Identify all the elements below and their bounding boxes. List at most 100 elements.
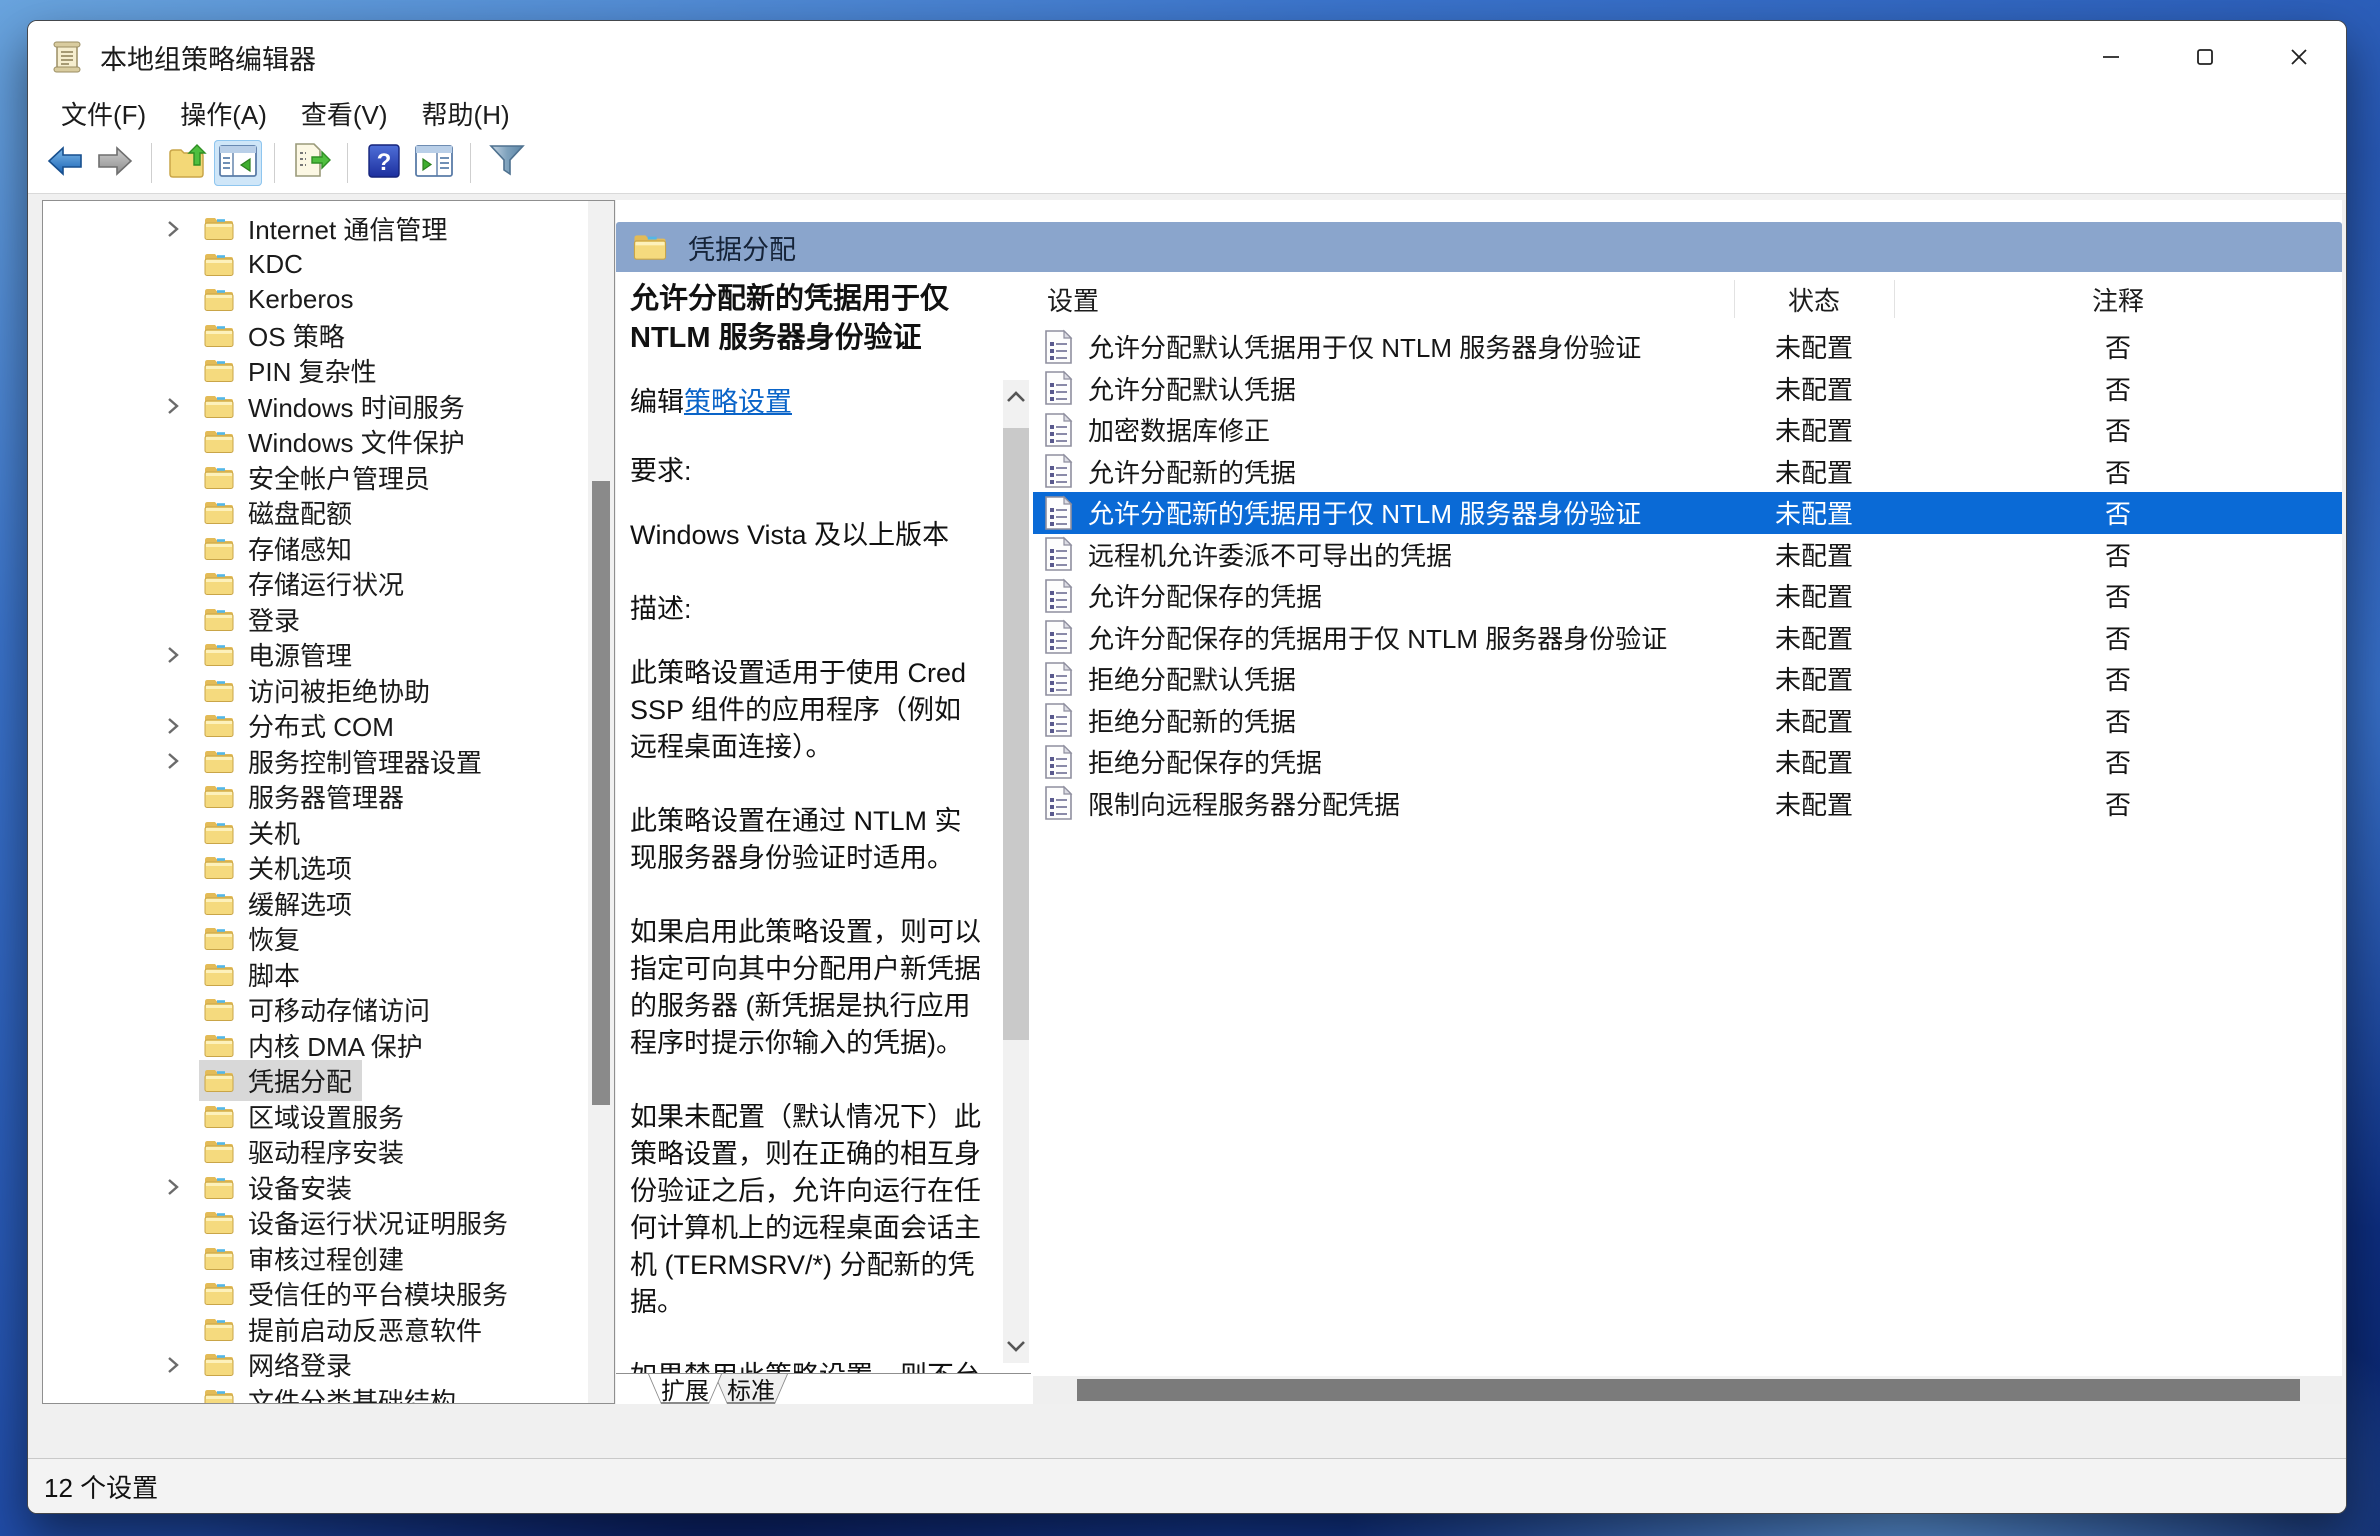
- tree-item[interactable]: 访问被拒绝协助: [43, 673, 587, 709]
- tab-标准[interactable]: 标准: [714, 1374, 788, 1404]
- settings-row[interactable]: 允许分配新的凭据未配置否: [1033, 451, 2342, 493]
- scroll-down-icon[interactable]: [1003, 1329, 1029, 1363]
- tree-item[interactable]: 文件分类基础结构: [43, 1383, 587, 1405]
- tree-item-label: 存储运行状况: [248, 565, 404, 602]
- tree-item[interactable]: 电源管理: [43, 637, 587, 673]
- tree-item[interactable]: 脚本: [43, 957, 587, 993]
- settings-row[interactable]: 拒绝分配默认凭据未配置否: [1033, 658, 2342, 700]
- tree-item[interactable]: 设备安装: [43, 1170, 587, 1206]
- menu-item-2[interactable]: 查看(V): [284, 93, 405, 133]
- minimize-button[interactable]: [2064, 21, 2158, 93]
- tree-item[interactable]: 分布式 COM: [43, 708, 587, 744]
- toolbar-action-pane-button[interactable]: [410, 140, 458, 186]
- tree-scrollbar-thumb[interactable]: [592, 481, 610, 1105]
- settings-row[interactable]: 远程机允许委派不可导出的凭据未配置否: [1033, 534, 2342, 576]
- folder-icon: [203, 1138, 235, 1165]
- chevron-right-icon[interactable]: [163, 392, 199, 420]
- chevron-right-icon[interactable]: [163, 712, 199, 740]
- description-scrollbar[interactable]: [1003, 380, 1029, 1363]
- menu-item-3[interactable]: 帮助(H): [405, 93, 527, 133]
- tree-item[interactable]: 缓解选项: [43, 886, 587, 922]
- tree-item[interactable]: 存储感知: [43, 531, 587, 567]
- tree-item-label: 电源管理: [248, 636, 352, 673]
- tree-item[interactable]: KDC: [43, 247, 587, 283]
- list-horizontal-scrollbar[interactable]: [1033, 1376, 2342, 1404]
- column-header-setting[interactable]: 设置: [1033, 281, 1734, 318]
- column-header-state[interactable]: 状态: [1734, 281, 1894, 318]
- tree-item[interactable]: 安全帐户管理员: [43, 460, 587, 496]
- menu-item-0[interactable]: 文件(F): [44, 93, 163, 133]
- tree-item[interactable]: 凭据分配: [43, 1063, 587, 1099]
- tree-item[interactable]: 服务器管理器: [43, 779, 587, 815]
- tab-扩展[interactable]: 扩展: [648, 1374, 722, 1404]
- tree-item[interactable]: 磁盘配额: [43, 495, 587, 531]
- tree-item[interactable]: 驱动程序安装: [43, 1134, 587, 1170]
- policy-doc-icon: [1043, 453, 1074, 489]
- tree-item-label: 内核 DMA 保护: [248, 1027, 423, 1064]
- tree-item[interactable]: 区域设置服务: [43, 1099, 587, 1135]
- toolbar-back-button[interactable]: [41, 140, 89, 186]
- tree-item[interactable]: 设备运行状况证明服务: [43, 1205, 587, 1241]
- close-button[interactable]: [2252, 21, 2346, 93]
- tree-item-label: OS 策略: [248, 317, 345, 354]
- settings-row[interactable]: 允许分配默认凭据用于仅 NTLM 服务器身份验证未配置否: [1033, 326, 2342, 368]
- tree-item[interactable]: PIN 复杂性: [43, 353, 587, 389]
- maximize-button[interactable]: [2158, 21, 2252, 93]
- tree-item[interactable]: Kerberos: [43, 282, 587, 318]
- tree-item[interactable]: 审核过程创建: [43, 1241, 587, 1277]
- settings-row[interactable]: 允许分配保存的凭据未配置否: [1033, 575, 2342, 617]
- chevron-right-icon[interactable]: [163, 641, 199, 669]
- chevron-right-icon[interactable]: [163, 215, 199, 243]
- tree-item[interactable]: 网络登录: [43, 1347, 587, 1383]
- tree-item[interactable]: Windows 文件保护: [43, 424, 587, 460]
- settings-row[interactable]: 允许分配新的凭据用于仅 NTLM 服务器身份验证未配置否: [1033, 492, 2342, 534]
- tree-item[interactable]: 内核 DMA 保护: [43, 1028, 587, 1064]
- state-cell: 未配置: [1734, 702, 1894, 739]
- settings-row[interactable]: 拒绝分配新的凭据未配置否: [1033, 700, 2342, 742]
- setting-cell: 加密数据库修正: [1033, 411, 1734, 448]
- tree-scrollbar[interactable]: [588, 201, 614, 1403]
- settings-row[interactable]: 允许分配默认凭据未配置否: [1033, 368, 2342, 410]
- tree-item[interactable]: 提前启动反恶意软件: [43, 1312, 587, 1348]
- tree-item[interactable]: OS 策略: [43, 318, 587, 354]
- toolbar-help-button[interactable]: ?: [360, 140, 408, 186]
- menu-item-1[interactable]: 操作(A): [163, 93, 284, 133]
- column-divider[interactable]: [1894, 280, 1895, 318]
- export-list-icon: [290, 141, 332, 186]
- toolbar-filter-button[interactable]: [483, 140, 531, 186]
- tree-item[interactable]: 恢复: [43, 921, 587, 957]
- setting-label: 拒绝分配保存的凭据: [1088, 743, 1322, 780]
- settings-row[interactable]: 限制向远程服务器分配凭据未配置否: [1033, 783, 2342, 825]
- tree-item[interactable]: 登录: [43, 602, 587, 638]
- tree-item[interactable]: 关机选项: [43, 850, 587, 886]
- comment-cell: 否: [1894, 453, 2342, 490]
- tree-item[interactable]: Internet 通信管理: [43, 211, 587, 247]
- column-header-comment[interactable]: 注释: [1894, 281, 2342, 318]
- tree-item[interactable]: 服务控制管理器设置: [43, 744, 587, 780]
- policy-setting-link[interactable]: 策略设置: [684, 387, 792, 417]
- tree-item-label: 关机选项: [248, 849, 352, 886]
- tree-item[interactable]: 可移动存储访问: [43, 992, 587, 1028]
- settings-row[interactable]: 允许分配保存的凭据用于仅 NTLM 服务器身份验证未配置否: [1033, 617, 2342, 659]
- chevron-right-icon[interactable]: [163, 1173, 199, 1201]
- tree-item[interactable]: Windows 时间服务: [43, 389, 587, 425]
- title-bar[interactable]: 本地组策略编辑器: [28, 21, 2346, 93]
- chevron-right-icon[interactable]: [163, 747, 199, 775]
- settings-row[interactable]: 拒绝分配保存的凭据未配置否: [1033, 741, 2342, 783]
- state-cell: 未配置: [1734, 536, 1894, 573]
- chevron-right-icon[interactable]: [163, 1351, 199, 1379]
- tree-item[interactable]: 存储运行状况: [43, 566, 587, 602]
- tree-item[interactable]: 关机: [43, 815, 587, 851]
- list-horizontal-scrollbar-thumb[interactable]: [1077, 1379, 2300, 1401]
- toolbar-forward-button[interactable]: [91, 140, 139, 186]
- toolbar-export-list-button[interactable]: [287, 140, 335, 186]
- toolbar-console-tree-button[interactable]: [214, 140, 262, 186]
- setting-label: 允许分配保存的凭据: [1088, 577, 1322, 614]
- toolbar-up-folder-button[interactable]: [164, 140, 212, 186]
- tree-item-label: 区域设置服务: [248, 1098, 404, 1135]
- column-divider[interactable]: [1734, 280, 1735, 318]
- settings-row[interactable]: 加密数据库修正未配置否: [1033, 409, 2342, 451]
- scroll-up-icon[interactable]: [1003, 380, 1029, 414]
- description-scrollbar-thumb[interactable]: [1003, 428, 1029, 1040]
- tree-item[interactable]: 受信任的平台模块服务: [43, 1276, 587, 1312]
